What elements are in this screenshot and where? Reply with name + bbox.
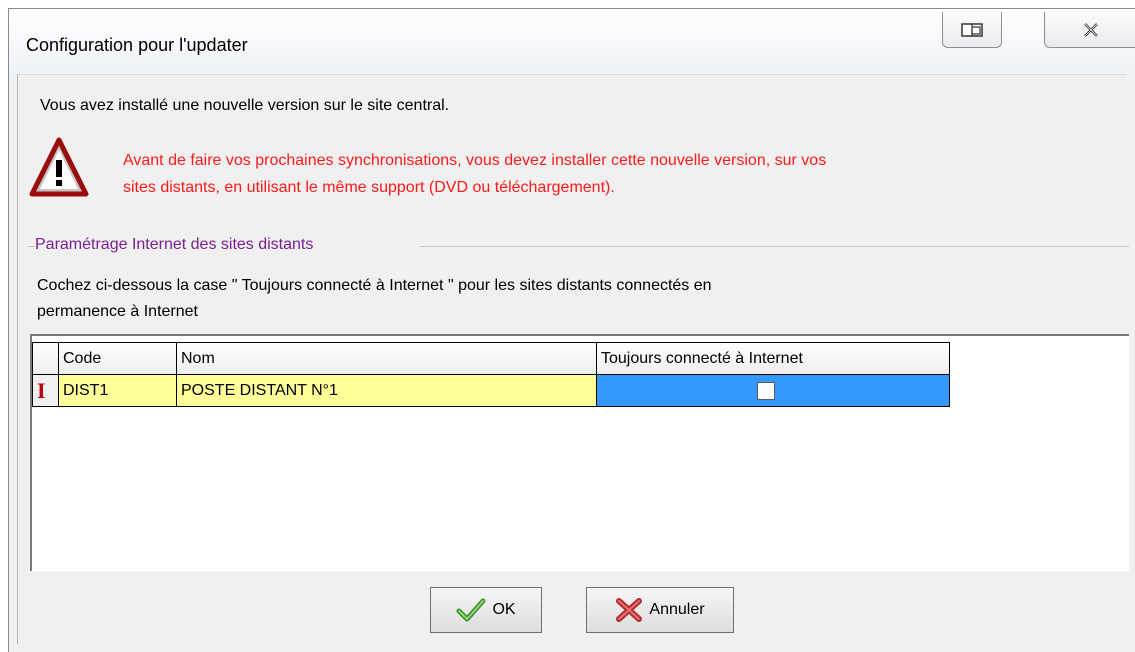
ok-button-label: OK bbox=[492, 601, 516, 618]
group-border-right bbox=[420, 246, 1129, 247]
column-header-toujours-connecte[interactable]: Toujours connecté à Internet bbox=[596, 342, 950, 375]
toujours-connecte-checkbox[interactable] bbox=[757, 382, 775, 400]
group-description-line-2: permanence à Internet bbox=[37, 303, 198, 320]
grid-corner-header bbox=[32, 342, 59, 375]
column-header-code[interactable]: Code bbox=[58, 342, 177, 375]
warning-line-2: sites distants, en utilisant le même sup… bbox=[123, 179, 615, 196]
intro-message: Vous avez installé une nouvelle version … bbox=[40, 97, 450, 114]
cancel-button-label: Annuler bbox=[649, 601, 705, 618]
sites-grid[interactable]: Code Nom Toujours connecté à Internet I … bbox=[30, 334, 1129, 571]
group-description-line-1: Cochez ci-dessous la case " Toujours con… bbox=[37, 277, 712, 294]
red-x-icon bbox=[616, 598, 643, 622]
warning-line-1: Avant de faire vos prochaines synchronis… bbox=[123, 152, 827, 169]
window-title: Configuration pour l'updater bbox=[26, 35, 248, 55]
table-cell-code[interactable]: DIST1 bbox=[58, 374, 177, 407]
checkmark-icon bbox=[456, 598, 486, 622]
ok-button[interactable]: OK bbox=[430, 587, 542, 633]
cancel-button[interactable]: Annuler bbox=[586, 587, 734, 633]
row-marker-icon: I bbox=[37, 378, 46, 403]
window-restore-icon bbox=[961, 22, 983, 37]
close-button[interactable] bbox=[1044, 12, 1135, 48]
warning-message: Avant de faire vos prochaines synchronis… bbox=[123, 147, 1123, 201]
table-cell-toujours-connecte[interactable] bbox=[596, 374, 950, 407]
group-description: Cochez ci-dessous la case " Toujours con… bbox=[37, 273, 1017, 325]
table-cell-nom[interactable]: POSTE DISTANT N°1 bbox=[176, 374, 597, 407]
column-header-nom[interactable]: Nom bbox=[176, 342, 597, 375]
warning-triangle-icon bbox=[29, 137, 89, 197]
restore-button[interactable] bbox=[942, 12, 1002, 48]
group-title: Paramétrage Internet des sites distants bbox=[35, 236, 316, 254]
row-selector[interactable]: I bbox=[32, 374, 59, 407]
title-bar[interactable]: Configuration pour l'updater bbox=[9, 9, 1135, 81]
close-icon bbox=[1083, 22, 1098, 37]
